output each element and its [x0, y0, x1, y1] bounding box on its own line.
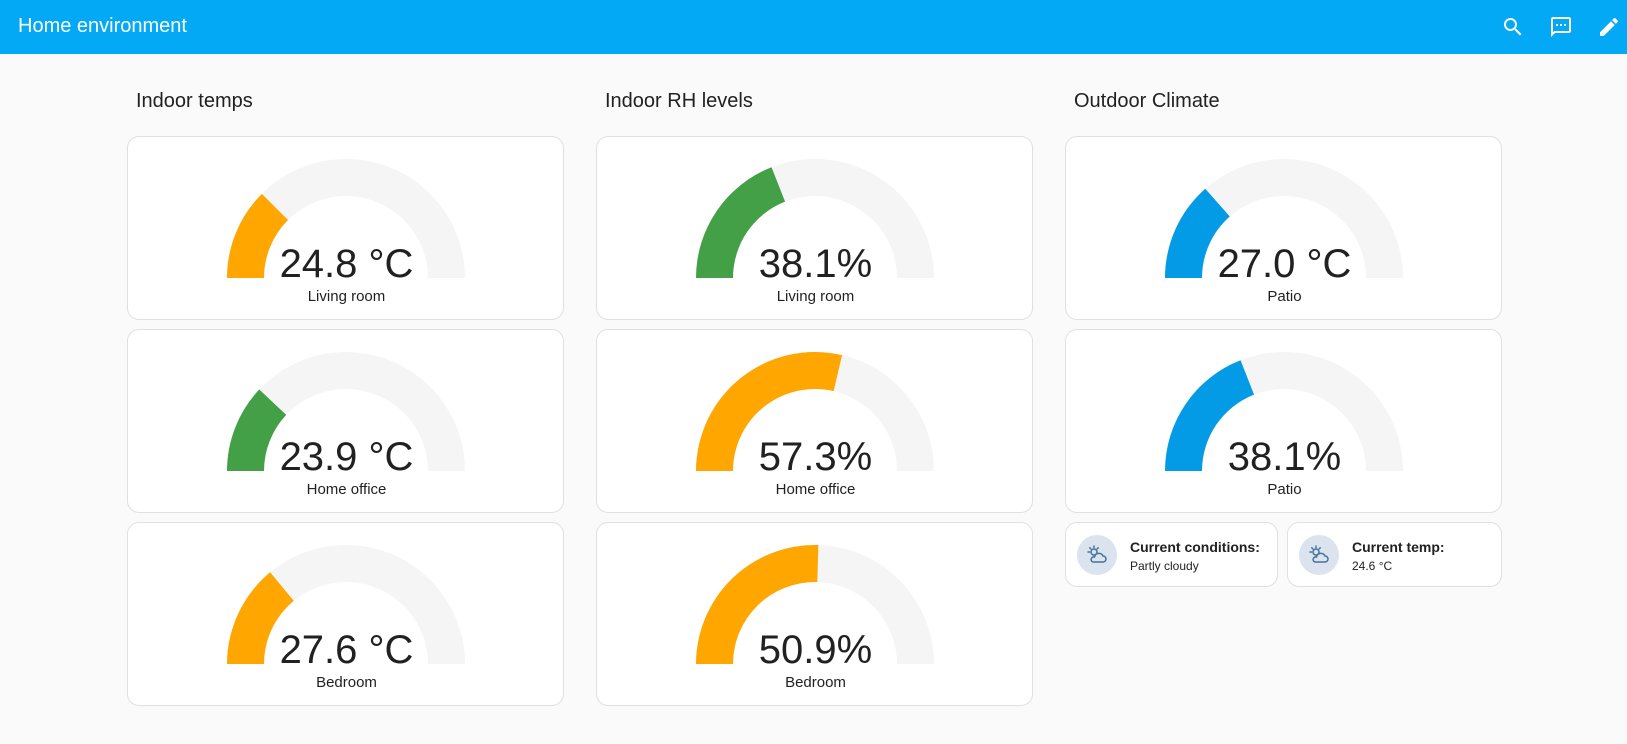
tile-current-temp[interactable]: Current temp: 24.6 °C	[1287, 522, 1502, 587]
gauge-name: Living room	[776, 288, 855, 305]
tile-label: Current conditions:	[1130, 539, 1260, 555]
gauge-value: 57.3%	[758, 435, 873, 479]
gauge-name: Home office	[775, 481, 856, 498]
tile-value: 24.6 °C	[1352, 559, 1393, 573]
top-app-bar: Home environment	[0, 0, 1627, 54]
column-title-indoor-temps: Indoor temps	[136, 90, 253, 112]
gauge-name: Living room	[307, 288, 386, 305]
gauge-card[interactable]: 23.9 °C Home office	[127, 329, 564, 513]
search-icon[interactable]	[1501, 15, 1525, 39]
tile-value: Partly cloudy	[1130, 559, 1199, 573]
page-title: Home environment	[18, 15, 187, 37]
gauge-card[interactable]: 24.8 °C Living room	[127, 136, 564, 320]
column-title-outdoor-climate: Outdoor Climate	[1074, 90, 1220, 112]
gauge-value: 50.9%	[758, 628, 873, 672]
gauge-value: 38.1%	[758, 242, 873, 286]
gauge-name: Patio	[1267, 481, 1302, 498]
gauge-card[interactable]: 27.0 °C Patio	[1065, 136, 1502, 320]
edit-icon[interactable]	[1597, 15, 1621, 39]
tile-label: Current temp:	[1352, 539, 1445, 555]
assist-icon[interactable]	[1549, 15, 1573, 39]
gauge-value: 23.9 °C	[279, 435, 414, 479]
column-title-indoor-rh: Indoor RH levels	[605, 90, 753, 112]
gauge-name: Bedroom	[316, 674, 377, 691]
gauge-name: Home office	[306, 481, 387, 498]
gauge-value: 27.0 °C	[1217, 242, 1352, 286]
gauge-card[interactable]: 38.1% Patio	[1065, 329, 1502, 513]
gauge-card[interactable]: 57.3% Home office	[596, 329, 1033, 513]
gauge-card[interactable]: 50.9% Bedroom	[596, 522, 1033, 706]
gauge-card[interactable]: 38.1% Living room	[596, 136, 1033, 320]
gauge-value: 27.6 °C	[279, 628, 414, 672]
gauge-name: Patio	[1267, 288, 1302, 305]
partly-cloudy-icon	[1077, 535, 1117, 575]
gauge-card[interactable]: 27.6 °C Bedroom	[127, 522, 564, 706]
gauge-value: 24.8 °C	[279, 242, 414, 286]
partly-cloudy-icon	[1299, 535, 1339, 575]
tile-current-conditions[interactable]: Current conditions: Partly cloudy	[1065, 522, 1278, 587]
gauge-value: 38.1%	[1227, 435, 1342, 479]
gauge-name: Bedroom	[785, 674, 846, 691]
